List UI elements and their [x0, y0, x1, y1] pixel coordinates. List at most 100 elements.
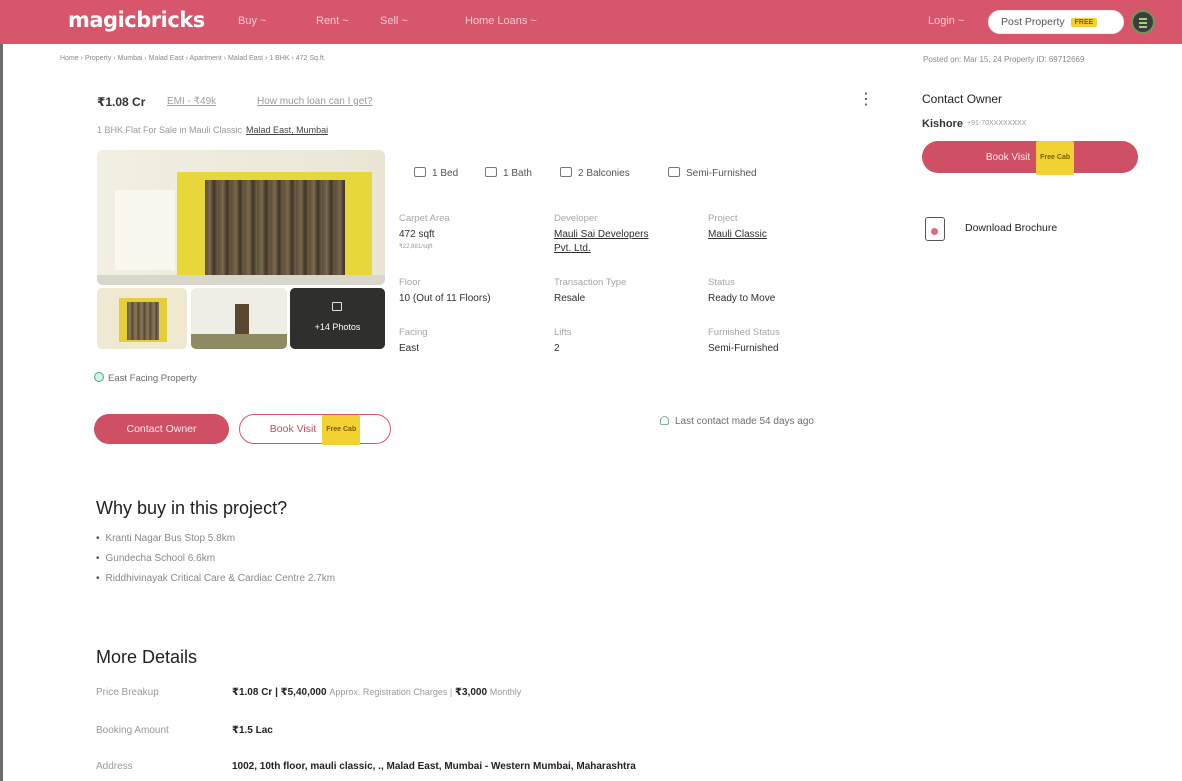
more-options-icon[interactable]: ⋮: [858, 92, 874, 108]
nav-buy[interactable]: Buy ~: [238, 15, 266, 27]
furnishing-label: Semi-Furnished: [686, 168, 757, 179]
more-photos-thumbnail[interactable]: +14 Photos: [290, 288, 385, 349]
carpet-area-value: 472 sqft: [399, 229, 435, 240]
photo-thumbnail[interactable]: [97, 288, 187, 349]
emi-link[interactable]: EMI - ₹49k: [167, 96, 216, 107]
post-property-button[interactable]: Post Property FREE: [988, 10, 1124, 34]
floor-label: Floor: [399, 277, 421, 288]
sidebar-book-visit-button[interactable]: Book Visit Free Cab: [922, 141, 1138, 175]
price-per-sqft: ₹22,881/sqft: [399, 244, 433, 250]
contact-owner-button[interactable]: Contact Owner: [94, 414, 229, 444]
download-brochure-link[interactable]: Download Brochure: [965, 222, 1057, 234]
floor: [97, 275, 385, 285]
booking-amount-value: ₹1.5 Lac: [232, 725, 273, 736]
magicbricks-logo[interactable]: magicbricks: [68, 8, 205, 32]
more-details-heading: More Details: [96, 647, 198, 667]
booking-amount-label: Booking Amount: [96, 725, 169, 736]
nav-sell[interactable]: Sell ~: [380, 15, 408, 27]
listing-subtitle: 1 BHK Flat For Sale in Mauli Classic Mala…: [97, 125, 328, 135]
free-cab-badge: Free Cab: [322, 415, 361, 445]
listing-price: ₹1.08 Cr: [97, 95, 146, 109]
carpet-area-label: Carpet Area: [399, 213, 450, 224]
thumb-floor: [191, 334, 287, 349]
posted-info: Posted on: Mar 15, 24 Property ID: 69712…: [923, 55, 1085, 64]
photos-icon: [332, 302, 342, 311]
transaction-type-label: Transaction Type: [554, 277, 627, 288]
developer-link-line2[interactable]: Pvt. Ltd.: [554, 243, 591, 254]
why-buy-list: Kranti Nagar Bus Stop 5.8km Gundecha Sch…: [96, 533, 336, 593]
furnished-status-value: Semi-Furnished: [708, 343, 779, 354]
facing-label: Facing: [399, 327, 428, 338]
address-row: Address 1002, 10th floor, mauli classic,…: [96, 761, 996, 781]
east-facing-label: East Facing Property: [108, 373, 197, 384]
balcony-count: 2 Balconies: [560, 167, 630, 179]
owner-phone: +91-70XXXXXXXX: [967, 120, 1027, 127]
price-breakup-value: ₹1.08 Cr | ₹5,40,000 Approx. Registratio…: [232, 687, 521, 698]
hamburger-menu-icon[interactable]: [1131, 10, 1155, 34]
last-contact-text: Last contact made 54 days ago: [675, 416, 814, 427]
main-property-photo[interactable]: [97, 150, 385, 285]
status-value: Ready to Move: [708, 293, 776, 304]
east-facing-tag: East Facing Property: [94, 372, 197, 384]
status-label: Status: [708, 277, 735, 288]
more-photos-count: +14 Photos: [314, 322, 361, 332]
window-light: [115, 190, 175, 270]
balcony-label: 2 Balconies: [578, 168, 630, 179]
project-link[interactable]: Mauli Classic: [708, 229, 767, 240]
nav-rent[interactable]: Rent ~: [316, 15, 349, 27]
balcony-icon: [560, 167, 572, 177]
list-item: Riddhivinayak Critical Care & Cardiac Ce…: [96, 573, 336, 584]
bath-label: 1 Bath: [503, 168, 532, 179]
window-edge: [0, 44, 3, 781]
contact-owner-heading: Contact Owner: [922, 92, 1003, 106]
registration-note: Approx. Registration Charges |: [329, 687, 453, 697]
free-badge: FREE: [1070, 18, 1098, 27]
developer-link[interactable]: Mauli Sai Developers: [554, 229, 649, 240]
transaction-type-value: Resale: [554, 293, 586, 304]
bath-icon: [485, 167, 497, 177]
developer-label: Developer: [554, 213, 598, 224]
list-item: Gundecha School 6.6km: [96, 553, 335, 564]
book-visit-button[interactable]: Book Visit Free Cab: [239, 414, 391, 445]
sidebar-book-visit-label: Book Visit: [985, 152, 1031, 163]
location-link[interactable]: Malad East, Mumbai: [246, 125, 328, 135]
owner-name: Kishore: [922, 118, 963, 130]
last-contact-info: Last contact made 54 days ago: [660, 416, 814, 427]
compass-icon: [94, 372, 104, 382]
facing-value: East: [399, 343, 420, 354]
price-breakup-label: Price Breakup: [96, 687, 159, 698]
post-property-label: Post Property: [1001, 16, 1065, 28]
user-icon: [660, 416, 669, 425]
furnished-status-label: Furnished Status: [708, 327, 780, 338]
thumb-overlay: [290, 288, 385, 349]
loan-eligibility-link[interactable]: How much loan can I get?: [257, 96, 373, 107]
curtain: [205, 180, 345, 280]
listing-type: 1 BHK Flat For Sale in Mauli Classic: [97, 125, 243, 135]
book-visit-label: Book Visit: [269, 423, 317, 435]
bed-icon: [414, 167, 426, 177]
breadcrumb[interactable]: Home › Property › Mumbai › Malad East › …: [60, 55, 326, 62]
furnishing: Semi-Furnished: [668, 167, 757, 179]
lifts-value: 2: [554, 343, 560, 354]
maintenance-amount: ₹3,000: [455, 687, 488, 698]
booking-amount-row: Booking Amount ₹1.5 Lac: [96, 725, 996, 745]
address-value: 1002, 10th floor, mauli classic, ., Mala…: [232, 761, 636, 772]
bath-count: 1 Bath: [485, 167, 532, 179]
brochure-download-icon[interactable]: [925, 217, 945, 241]
project-label: Project: [708, 213, 738, 224]
lifts-label: Lifts: [554, 327, 572, 338]
thumb-door: [235, 304, 249, 334]
list-item: Kranti Nagar Bus Stop 5.8km: [96, 533, 335, 544]
address-label: Address: [96, 761, 133, 772]
furnishing-icon: [668, 167, 680, 177]
nav-home-loans[interactable]: Home Loans ~: [465, 15, 537, 27]
top-navigation-bar: magicbricks Buy ~ Rent ~ Sell ~ Home Loa…: [0, 0, 1182, 44]
price-breakup-row: Price Breakup ₹1.08 Cr | ₹5,40,000 Appro…: [96, 687, 996, 707]
bed-count: 1 Bed: [414, 167, 458, 179]
why-buy-heading: Why buy in this project?: [96, 498, 288, 518]
maintenance-period: Monthly: [489, 687, 522, 697]
login-dropdown[interactable]: Login ~: [928, 15, 964, 27]
photo-thumbnail[interactable]: [191, 288, 287, 349]
sidebar-free-cab-badge: Free Cab: [1036, 141, 1075, 175]
thumb-curtain: [127, 302, 159, 340]
